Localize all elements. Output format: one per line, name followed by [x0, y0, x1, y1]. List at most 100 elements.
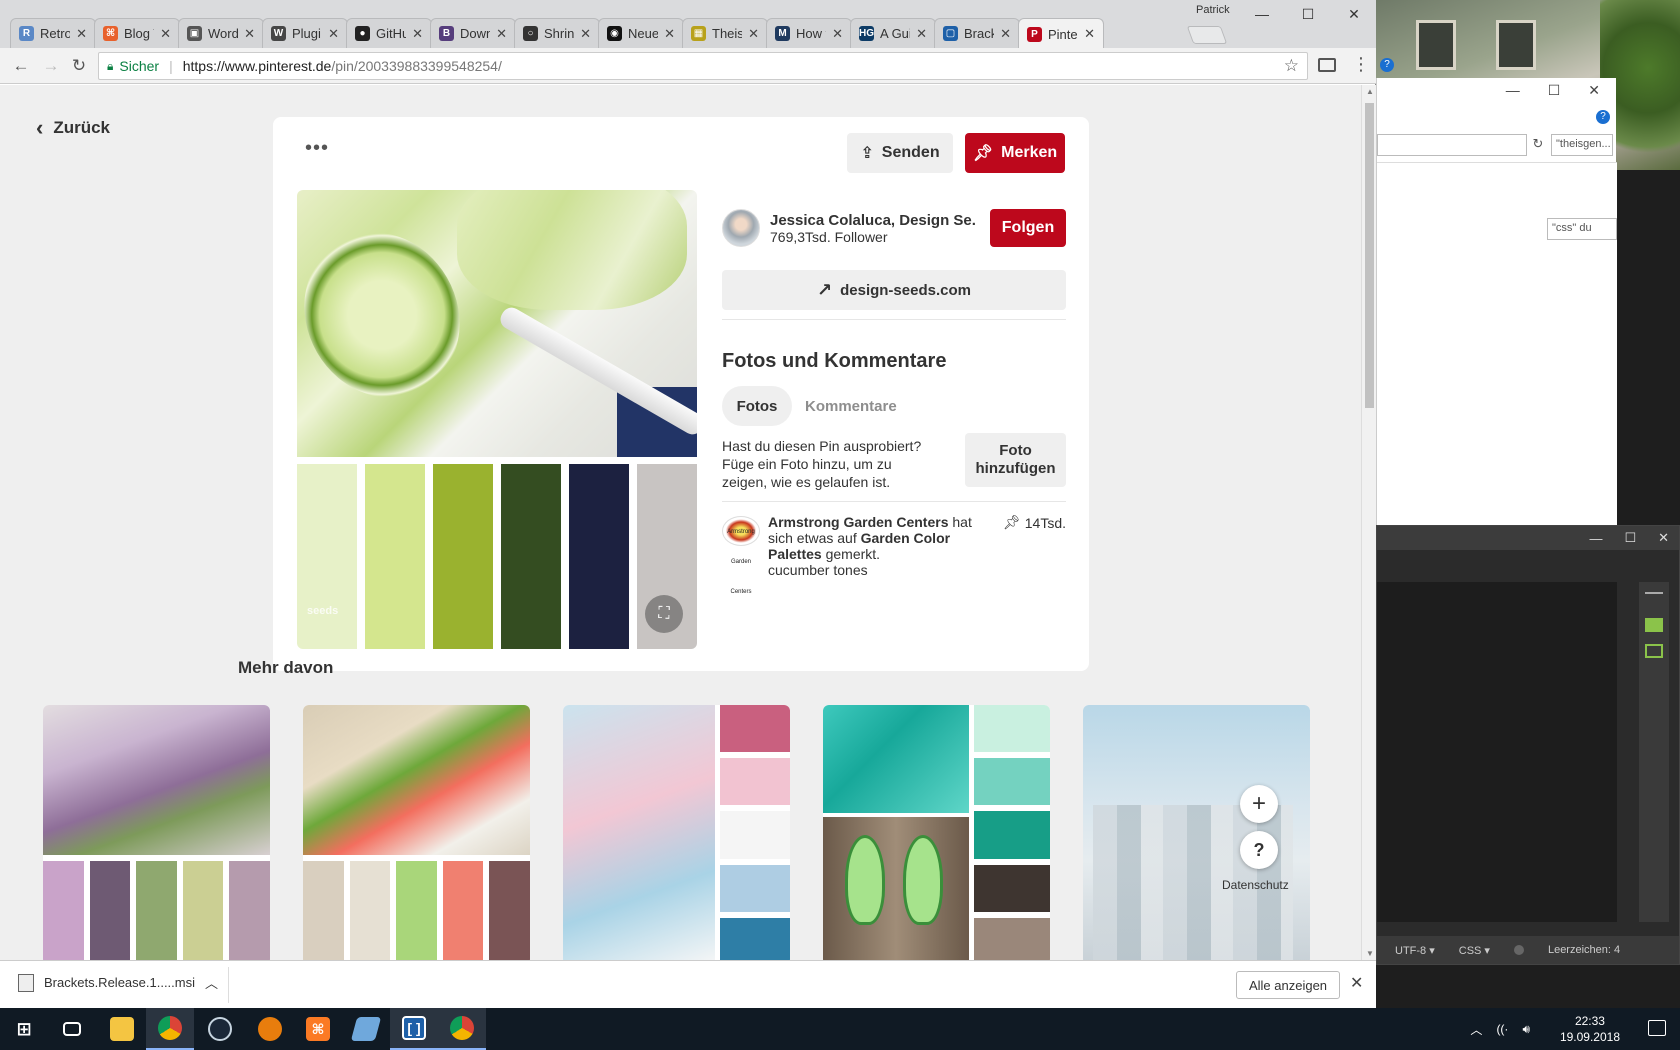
- windows-start-icon[interactable]: ⊞: [0, 1008, 48, 1050]
- browser-tab[interactable]: ○ Shrin ✕: [514, 18, 600, 48]
- maximize-icon[interactable]: ☐: [1624, 530, 1636, 546]
- cast-icon[interactable]: [1318, 58, 1336, 72]
- tab-close-icon[interactable]: ✕: [916, 26, 927, 42]
- close-icon[interactable]: ✕: [1658, 530, 1669, 546]
- browser-tab[interactable]: ▢ Brack ✕: [934, 18, 1020, 48]
- steam-icon[interactable]: [196, 1008, 244, 1050]
- forward-arrow-icon[interactable]: →: [40, 56, 62, 76]
- browser-tab[interactable]: W Plugi ✕: [262, 18, 348, 48]
- tab-close-icon[interactable]: ✕: [328, 26, 339, 42]
- avatar[interactable]: Armstrong Garden Centers: [722, 516, 760, 595]
- code-editor-area[interactable]: [1377, 582, 1617, 922]
- pin-card-asparagus[interactable]: [43, 705, 270, 960]
- tab-close-icon[interactable]: ✕: [1084, 26, 1095, 42]
- network-icon[interactable]: ((·: [1496, 1022, 1508, 1036]
- tab-close-icon[interactable]: ✕: [664, 26, 675, 42]
- browser-tab[interactable]: ▦ Theis ✕: [682, 18, 768, 48]
- activity-user-link[interactable]: Armstrong Garden Centers: [768, 514, 948, 530]
- maximize-icon[interactable]: ☐: [1548, 82, 1561, 99]
- browser-tab[interactable]: M How t ✕: [766, 18, 852, 48]
- close-icon[interactable]: ✕: [1350, 973, 1363, 993]
- editor-app-icon[interactable]: [342, 1008, 390, 1050]
- extension-manager-icon[interactable]: [1645, 618, 1663, 632]
- chevron-up-icon[interactable]: ︿: [205, 973, 218, 992]
- menu-dots-icon[interactable]: ⋮: [1352, 54, 1370, 75]
- action-center-icon[interactable]: [1648, 1020, 1666, 1036]
- back-arrow-icon[interactable]: ←: [10, 56, 32, 76]
- brackets-icon[interactable]: [ ]: [390, 1008, 438, 1050]
- show-all-downloads-button[interactable]: Alle anzeigen: [1236, 971, 1340, 999]
- browser-tab[interactable]: ▣ Word ✕: [178, 18, 264, 48]
- close-icon[interactable]: ✕: [1344, 6, 1364, 23]
- browser-tab[interactable]: ● GitHu ✕: [346, 18, 432, 48]
- gift-icon[interactable]: [1645, 644, 1663, 658]
- encoding-select[interactable]: UTF-8 ▾: [1395, 944, 1435, 957]
- browser-tab[interactable]: P Pinter ✕: [1018, 18, 1104, 49]
- more-options-icon[interactable]: •••: [305, 137, 329, 160]
- help-icon[interactable]: ?: [1596, 110, 1610, 124]
- add-photo-button[interactable]: Foto hinzufügen: [965, 433, 1066, 487]
- browser-tab[interactable]: B Down ✕: [430, 18, 516, 48]
- tab-close-icon[interactable]: ✕: [412, 26, 423, 42]
- bookmark-star-icon[interactable]: ☆: [1284, 56, 1299, 76]
- explorer-search-input[interactable]: "theisgen...: [1551, 134, 1613, 156]
- browser-tab[interactable]: HG A Gui ✕: [850, 18, 936, 48]
- tab-close-icon[interactable]: ✕: [496, 26, 507, 42]
- source-link-button[interactable]: ↗ design-seeds.com: [722, 270, 1066, 310]
- create-pin-button[interactable]: +: [1240, 785, 1278, 823]
- scrollbar-thumb[interactable]: [1365, 103, 1374, 408]
- avatar[interactable]: [722, 209, 760, 247]
- tab-close-icon[interactable]: ✕: [748, 26, 759, 42]
- indent-setting[interactable]: Leerzeichen: 4: [1548, 944, 1620, 956]
- follow-button[interactable]: Folgen: [990, 209, 1066, 247]
- live-preview-icon[interactable]: [1645, 592, 1663, 606]
- minimize-icon[interactable]: —: [1506, 82, 1520, 99]
- tab-close-icon[interactable]: ✕: [76, 26, 87, 42]
- xampp-icon[interactable]: ⌘: [294, 1008, 342, 1050]
- page-scrollbar[interactable]: ▲ ▼: [1361, 85, 1376, 960]
- address-bar[interactable]: 🔒︎ Sicher | https://www.pinterest.de/pin…: [98, 52, 1308, 80]
- privacy-link[interactable]: Datenschutz: [1222, 878, 1289, 892]
- back-button[interactable]: ‹ Zurück: [36, 115, 110, 141]
- blender-icon[interactable]: [246, 1008, 294, 1050]
- volume-icon[interactable]: 🔊︎: [1522, 1022, 1530, 1037]
- maximize-icon[interactable]: ☐: [1298, 6, 1318, 23]
- pin-card-pink-salt[interactable]: [563, 705, 790, 960]
- tab-photos[interactable]: Fotos: [722, 386, 792, 426]
- send-button[interactable]: ⇪ Senden: [847, 133, 953, 173]
- save-button[interactable]: 📌︎ Merken: [965, 133, 1065, 173]
- task-view-icon[interactable]: [48, 1008, 96, 1050]
- profile-name[interactable]: Patrick: [1196, 4, 1230, 16]
- minimize-icon[interactable]: —: [1589, 531, 1602, 546]
- reload-icon[interactable]: ↻: [68, 56, 90, 76]
- pin-card-watermelon[interactable]: [303, 705, 530, 960]
- scroll-down-icon[interactable]: ▼: [1366, 949, 1374, 958]
- browser-tab[interactable]: R Retro ✕: [10, 18, 96, 48]
- tab-close-icon[interactable]: ✕: [160, 26, 171, 42]
- chevron-up-icon[interactable]: ︿: [1470, 1021, 1482, 1038]
- close-icon[interactable]: ✕: [1588, 82, 1600, 99]
- tab-close-icon[interactable]: ✕: [244, 26, 255, 42]
- language-select[interactable]: CSS ▾: [1459, 944, 1490, 957]
- creator-name[interactable]: Jessica Colaluca, Design Se...: [770, 212, 976, 229]
- browser-tab[interactable]: ◉ Neue ✕: [598, 18, 684, 48]
- tab-close-icon[interactable]: ✕: [832, 26, 843, 42]
- help-icon[interactable]: ?: [1380, 58, 1394, 72]
- chrome-icon[interactable]: [146, 1008, 194, 1050]
- browser-tab[interactable]: ⌘ Blog T ✕: [94, 18, 180, 48]
- expand-icon[interactable]: ⛶: [645, 595, 683, 633]
- pin-card-pool-ladder[interactable]: [1083, 705, 1310, 960]
- file-explorer-icon[interactable]: [98, 1008, 146, 1050]
- tab-comments[interactable]: Kommentare: [805, 386, 897, 426]
- new-tab-button[interactable]: [1186, 26, 1228, 44]
- download-item[interactable]: Brackets.Release.1.....msi ︿: [18, 973, 218, 992]
- scroll-up-icon[interactable]: ▲: [1366, 87, 1374, 96]
- help-button[interactable]: ?: [1240, 831, 1278, 869]
- creator-info[interactable]: Jessica Colaluca, Design Se... 769,3Tsd.…: [722, 209, 976, 247]
- minimize-icon[interactable]: —: [1252, 6, 1272, 22]
- system-clock[interactable]: 22:33 19.09.2018: [1560, 1013, 1620, 1045]
- explorer-address-bar[interactable]: [1377, 134, 1527, 156]
- pin-image[interactable]: seeds ⛶: [297, 190, 697, 649]
- refresh-icon[interactable]: ↻: [1529, 136, 1547, 154]
- pin-card-flip-flops[interactable]: [823, 705, 1050, 960]
